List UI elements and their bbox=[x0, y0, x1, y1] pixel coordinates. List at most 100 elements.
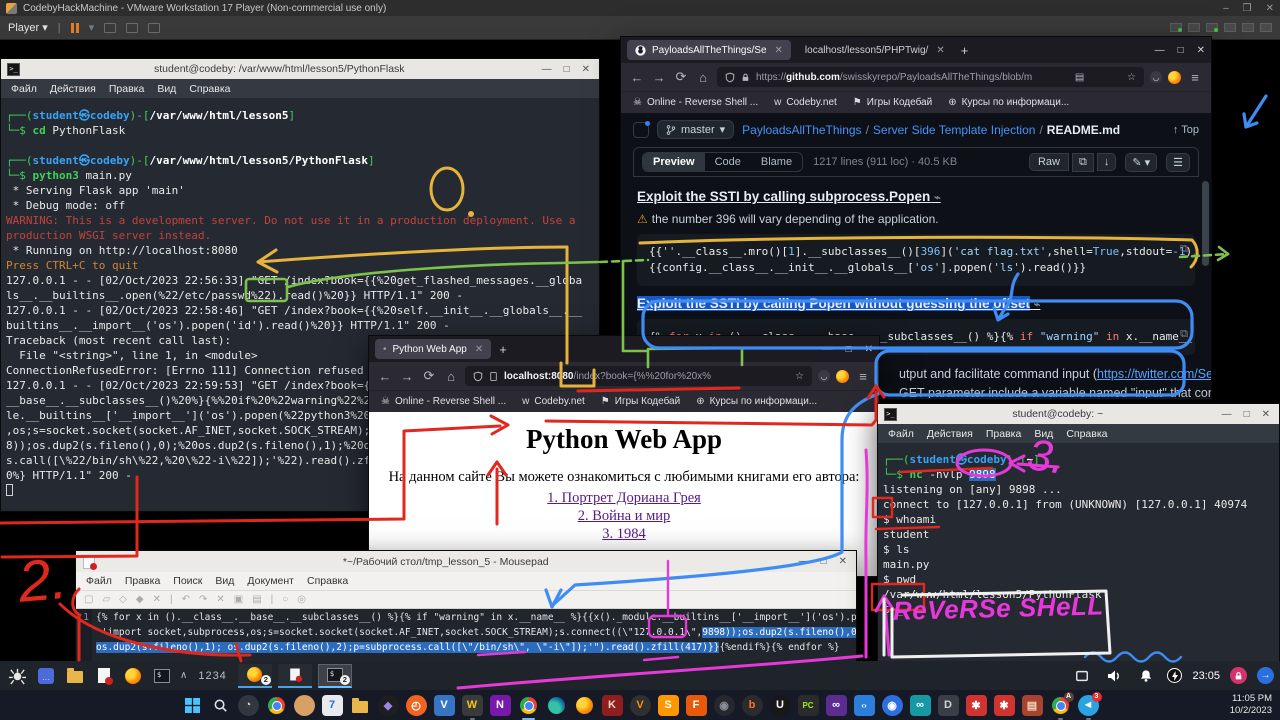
back-to-top-link[interactable]: ↑ Top bbox=[1173, 124, 1199, 136]
vm-pause-dropdown[interactable]: ▾ bbox=[89, 21, 95, 34]
anchor-link-icon[interactable]: ⌁ bbox=[1034, 299, 1041, 311]
hdd-device-icon[interactable] bbox=[1170, 23, 1182, 32]
win-taskbar-camera[interactable]: ◉ bbox=[714, 695, 735, 716]
win-taskbar-vmware[interactable]: W bbox=[462, 695, 483, 716]
bookmark-item[interactable]: wCodeby.net bbox=[522, 396, 585, 407]
minimize-button[interactable]: — bbox=[542, 64, 552, 75]
win-taskbar-contact[interactable] bbox=[294, 695, 315, 716]
file-manager-icon[interactable] bbox=[64, 665, 86, 687]
launcher-expand-icon[interactable]: ∧ bbox=[180, 670, 187, 681]
whisker-menu-icon[interactable] bbox=[6, 665, 28, 687]
vmware-minimize-button[interactable]: – bbox=[1223, 3, 1229, 14]
volume-icon[interactable] bbox=[1103, 665, 1125, 687]
win-taskbar-explorer[interactable] bbox=[350, 695, 371, 716]
bookmark-star-icon[interactable]: ☆ bbox=[795, 371, 804, 382]
copy-file-icon[interactable]: ⧉ bbox=[1072, 153, 1094, 172]
vm-pause-button[interactable] bbox=[71, 23, 79, 33]
maximize-button[interactable]: □ bbox=[1244, 409, 1250, 420]
terminal2-output[interactable]: ┌──(student㉿codeby)-[~]└─$ nc -nvlp 9898… bbox=[878, 443, 1279, 618]
terminal-launcher-icon[interactable]: $ bbox=[151, 665, 173, 687]
menu-item-Файл[interactable]: Файл bbox=[888, 428, 914, 440]
home-icon[interactable]: ⌂ bbox=[443, 369, 459, 384]
firefox-launcher-icon[interactable] bbox=[122, 665, 144, 687]
redo-icon[interactable]: ↷ bbox=[199, 594, 207, 605]
menu-item-Справка[interactable]: Справка bbox=[307, 575, 348, 587]
win-taskbar-red-gear-2[interactable]: ✱ bbox=[994, 695, 1015, 716]
win-taskbar-gauge[interactable]: ◔ bbox=[238, 695, 259, 716]
bookmark-item[interactable]: ⚑Игры Кодебай bbox=[853, 97, 932, 108]
mousepad-text[interactable]: {% for x in ().__class__.__base__.__subc… bbox=[92, 609, 856, 661]
close-button[interactable]: ✕ bbox=[865, 344, 873, 355]
win-taskbar-red-app[interactable]: K bbox=[602, 695, 623, 716]
bookmark-item[interactable]: ☠Online - Reverse Shell ... bbox=[381, 396, 506, 407]
mousepad-launcher-icon[interactable] bbox=[93, 665, 115, 687]
view-tab-preview[interactable]: Preview bbox=[643, 153, 705, 171]
sidebar-toggle-icon[interactable] bbox=[633, 122, 649, 138]
pocket-icon[interactable]: ◡ bbox=[818, 370, 830, 382]
power-manager-icon[interactable] bbox=[1167, 668, 1182, 683]
win-taskbar-chrome[interactable] bbox=[518, 695, 539, 716]
url-bar[interactable]: https://github.com/swisskyrepo/PayloadsA… bbox=[717, 67, 1144, 87]
bookmark-item[interactable]: ⊕Курсы по информаци... bbox=[948, 97, 1069, 108]
win-taskbar-sublime[interactable]: S bbox=[658, 695, 679, 716]
win-taskbar-map-pin[interactable]: ◉ bbox=[882, 695, 903, 716]
tab-python-web-app[interactable]: • Python Web App✕ bbox=[375, 339, 491, 359]
close-icon[interactable]: ✕ bbox=[153, 594, 161, 605]
outline-icon[interactable]: ☰ bbox=[1166, 153, 1190, 172]
show-desktop-icon[interactable]: ··· bbox=[35, 665, 57, 687]
vm-clock[interactable]: 23:05 bbox=[1192, 670, 1220, 682]
tab-close-icon[interactable]: ✕ bbox=[936, 45, 944, 56]
menu-item-Поиск[interactable]: Поиск bbox=[173, 575, 202, 587]
window-list-icon[interactable] bbox=[1071, 665, 1093, 687]
win-taskbar-red-gear-1[interactable]: ✱ bbox=[966, 695, 987, 716]
url-bar[interactable]: localhost:8080/index?book={%%20for%20x% … bbox=[465, 366, 812, 386]
back-icon[interactable]: ← bbox=[629, 70, 645, 85]
menu-item-Правка[interactable]: Правка bbox=[125, 575, 160, 587]
menu-item-Вид[interactable]: Вид bbox=[215, 575, 234, 587]
back-icon[interactable]: ← bbox=[377, 369, 393, 384]
tab-close-icon[interactable]: ✕ bbox=[475, 344, 483, 355]
win-taskbar-f-app[interactable]: F bbox=[686, 695, 707, 716]
menu-hamburger-icon[interactable]: ≡ bbox=[855, 369, 871, 384]
home-icon[interactable]: ⌂ bbox=[695, 70, 711, 85]
minimize-button[interactable]: — bbox=[799, 556, 809, 567]
win-taskbar-calendar[interactable]: 7 bbox=[322, 695, 343, 716]
win-taskbar-start[interactable] bbox=[182, 695, 203, 716]
code-block-1[interactable]: ⧉{{''.__class__.mro()[1].__subclasses__(… bbox=[637, 234, 1195, 286]
mousepad-titlebar[interactable]: *~/Рабочий стол/tmp_lesson_5 - Mousepad … bbox=[76, 551, 856, 572]
book-link[interactable]: 2. Война и мир bbox=[369, 507, 879, 525]
undo-icon[interactable]: ↶ bbox=[182, 594, 190, 605]
bookmark-star-icon[interactable]: ☆ bbox=[1127, 72, 1136, 83]
send-ctrl-alt-del-icon[interactable] bbox=[104, 23, 116, 33]
reload-icon[interactable]: ⟳ bbox=[673, 69, 689, 85]
menu-item-Вид[interactable]: Вид bbox=[1034, 428, 1053, 440]
maximize-button[interactable]: □ bbox=[821, 556, 827, 567]
menu-item-Действия[interactable]: Действия bbox=[927, 428, 973, 440]
win-taskbar-blender[interactable]: b bbox=[742, 695, 763, 716]
win-taskbar-pycharm[interactable]: PC bbox=[798, 695, 819, 716]
win-taskbar-dragon[interactable]: D bbox=[938, 695, 959, 716]
win-taskbar-color-wheel[interactable] bbox=[266, 695, 287, 716]
book-link[interactable]: 3. 1984 bbox=[369, 525, 879, 543]
forward-icon[interactable]: → bbox=[399, 369, 415, 384]
breadcrumb-repo-link[interactable]: PayloadsAllTheThings bbox=[742, 123, 861, 137]
win-taskbar-edge[interactable] bbox=[546, 695, 567, 716]
tab-payloadsallthethings[interactable]: PayloadsAllTheThings/Se✕ bbox=[627, 40, 791, 60]
terminal-window-netcat[interactable]: >_ student@codeby: ~ — □ ✕ ФайлДействияП… bbox=[877, 403, 1280, 662]
menu-item-Файл[interactable]: Файл bbox=[11, 83, 37, 95]
twitter-link[interactable]: https://twitter.com/SecGus bbox=[1097, 367, 1211, 381]
close-button[interactable]: ✕ bbox=[1262, 409, 1270, 420]
new-tab-button[interactable]: + bbox=[961, 43, 969, 58]
download-icon[interactable]: ↓ bbox=[1097, 153, 1117, 171]
new-tab-button[interactable]: + bbox=[499, 342, 507, 357]
win-taskbar-telegram[interactable]: ◄3 bbox=[1078, 695, 1099, 716]
maximize-button[interactable]: □ bbox=[1178, 45, 1184, 56]
win-taskbar-visual-studio[interactable]: ∞ bbox=[826, 695, 847, 716]
bookmark-item[interactable]: ☠Online - Reverse Shell ... bbox=[633, 97, 758, 108]
menu-item-Справка[interactable]: Справка bbox=[189, 83, 230, 95]
scrollbar-thumb[interactable] bbox=[1202, 181, 1209, 266]
fullscreen-icon[interactable] bbox=[126, 23, 138, 33]
screen-lock-icon[interactable] bbox=[1230, 667, 1247, 684]
workspace-switcher[interactable]: 1234 bbox=[198, 670, 226, 682]
terminal2-titlebar[interactable]: >_ student@codeby: ~ — □ ✕ bbox=[878, 404, 1279, 424]
